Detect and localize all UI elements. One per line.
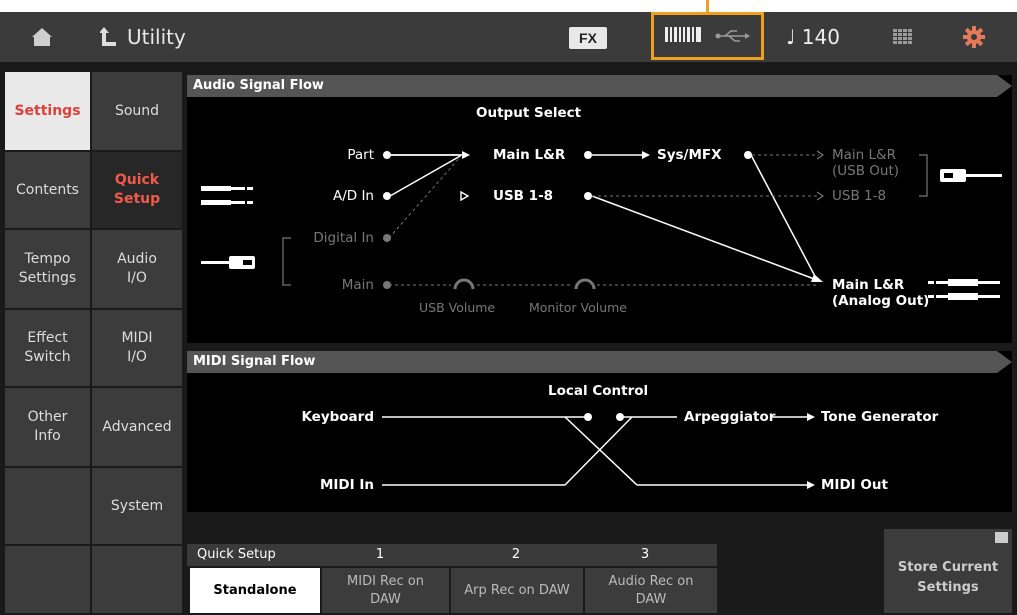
tab-audio-io[interactable]: Audio I/O xyxy=(92,230,182,308)
tab-system[interactable]: System xyxy=(92,468,182,544)
grid-icon xyxy=(893,29,912,44)
quick-setup-col-3: 3 xyxy=(640,547,650,562)
tab-contents[interactable]: Contents xyxy=(5,152,90,228)
tempo-display[interactable]: ♩ 140 xyxy=(786,12,840,62)
tab-label: Settings xyxy=(14,102,81,119)
grid-button[interactable] xyxy=(893,29,913,49)
tab-empty xyxy=(92,546,182,613)
tab-label: Contents xyxy=(16,181,79,198)
top-strip xyxy=(0,0,1017,12)
midi-out-label: MIDI Out xyxy=(821,477,888,493)
tone-generator-label: Tone Generator xyxy=(821,409,939,425)
gear-icon xyxy=(963,26,985,48)
back-arrow-icon xyxy=(100,27,116,46)
tab-sound[interactable]: Sound xyxy=(92,72,182,150)
button-label: Store Current Settings xyxy=(897,560,999,595)
tab-tempo-settings[interactable]: Tempo Settings xyxy=(5,230,90,308)
usb-volume-label: USB Volume xyxy=(419,300,496,315)
home-button[interactable] xyxy=(22,12,62,62)
button-label: Audio Rec on DAW xyxy=(608,573,694,607)
line-input-jack-icon xyxy=(201,186,253,205)
main-lr-label[interactable]: Main L&R xyxy=(493,147,565,163)
out-main-analog-sub-label: (Analog Out) xyxy=(832,293,930,309)
out-main-usb-sub-label: (USB Out) xyxy=(832,163,900,179)
button-label: Arp Rec on DAW xyxy=(464,582,570,598)
tab-settings[interactable]: Settings xyxy=(5,72,90,150)
audio-signal-flow-panel: Audio Signal Flow Output Select Part A/D… xyxy=(187,75,1012,343)
tab-label: Quick Setup xyxy=(113,172,161,207)
digital-in-label: Digital In xyxy=(313,230,374,246)
sys-mfx-label: Sys/MFX xyxy=(657,147,722,163)
home-icon xyxy=(32,28,52,46)
out-main-analog-label: Main L&R xyxy=(832,277,905,293)
back-button[interactable] xyxy=(96,12,122,62)
tab-quick-setup[interactable]: Quick Setup xyxy=(92,152,182,228)
header-bar: Utility FX ♩ 140 xyxy=(0,12,1017,62)
usb18-label[interactable]: USB 1-8 xyxy=(493,188,553,204)
usb-icon xyxy=(715,30,750,42)
keyboard-usb-status[interactable] xyxy=(651,12,764,60)
midi-signal-flow-panel: MIDI Signal Flow Local Control Keyboard … xyxy=(187,351,1012,512)
quick-setup-col-2: 2 xyxy=(511,547,521,562)
local-control-label[interactable]: Local Control xyxy=(548,383,648,399)
quick-setup-header: Quick Setup 1 2 3 xyxy=(187,544,717,566)
midi-in-label: MIDI In xyxy=(319,477,374,493)
tab-label: Audio I/O xyxy=(117,251,157,286)
fx-button[interactable]: FX xyxy=(569,27,607,49)
output-select-label: Output Select xyxy=(476,105,582,121)
quick-setup-label: Quick Setup xyxy=(197,547,276,562)
ad-in-label: A/D In xyxy=(332,188,374,204)
quick-setup-midi-rec-button[interactable]: MIDI Rec on DAW xyxy=(322,568,449,613)
tab-label: Advanced xyxy=(102,418,172,435)
tab-effect-switch[interactable]: Effect Switch xyxy=(5,310,90,386)
store-current-settings-button[interactable]: Store Current Settings xyxy=(884,529,1012,613)
usb-cable-icon-right xyxy=(940,169,1002,182)
arpeggiator-label: Arpeggiator xyxy=(684,409,776,425)
quick-setup-arp-rec-button[interactable]: Arp Rec on DAW xyxy=(451,568,583,613)
tab-midi-io[interactable]: MIDI I/O xyxy=(92,310,182,386)
tab-other-info[interactable]: Other Info xyxy=(5,388,90,466)
settings-button[interactable] xyxy=(963,26,985,52)
submenu-icon xyxy=(995,532,1008,543)
quick-setup-col-1: 1 xyxy=(375,547,385,562)
quick-setup-standalone-button[interactable]: Standalone xyxy=(190,568,320,613)
usb-cable-icon-left xyxy=(201,256,255,269)
main-label: Main xyxy=(341,277,374,293)
button-label: MIDI Rec on DAW xyxy=(347,573,424,607)
out-main-usb-label: Main L&R xyxy=(832,147,896,163)
indicator-marker xyxy=(706,0,709,12)
tab-empty xyxy=(5,546,90,613)
button-label: Standalone xyxy=(213,582,297,598)
line-output-jack-icon xyxy=(928,279,1000,300)
out-usb18-label: USB 1-8 xyxy=(832,188,887,204)
keyboard-icon xyxy=(664,27,701,45)
tab-advanced[interactable]: Advanced xyxy=(92,388,182,466)
monitor-volume-label: Monitor Volume xyxy=(529,300,627,315)
tab-label: System xyxy=(110,497,164,514)
tab-label: Tempo Settings xyxy=(18,251,77,286)
keyboard-label: Keyboard xyxy=(301,409,374,425)
quick-setup-audio-rec-button[interactable]: Audio Rec on DAW xyxy=(585,568,717,613)
tab-label: Sound xyxy=(114,102,160,119)
tab-label: Other Info xyxy=(27,409,68,444)
part-label: Part xyxy=(347,147,374,163)
tab-label: MIDI I/O xyxy=(121,330,153,365)
tab-empty xyxy=(5,468,90,544)
tab-label: Effect Switch xyxy=(24,330,71,365)
page-title: Utility xyxy=(127,25,186,49)
